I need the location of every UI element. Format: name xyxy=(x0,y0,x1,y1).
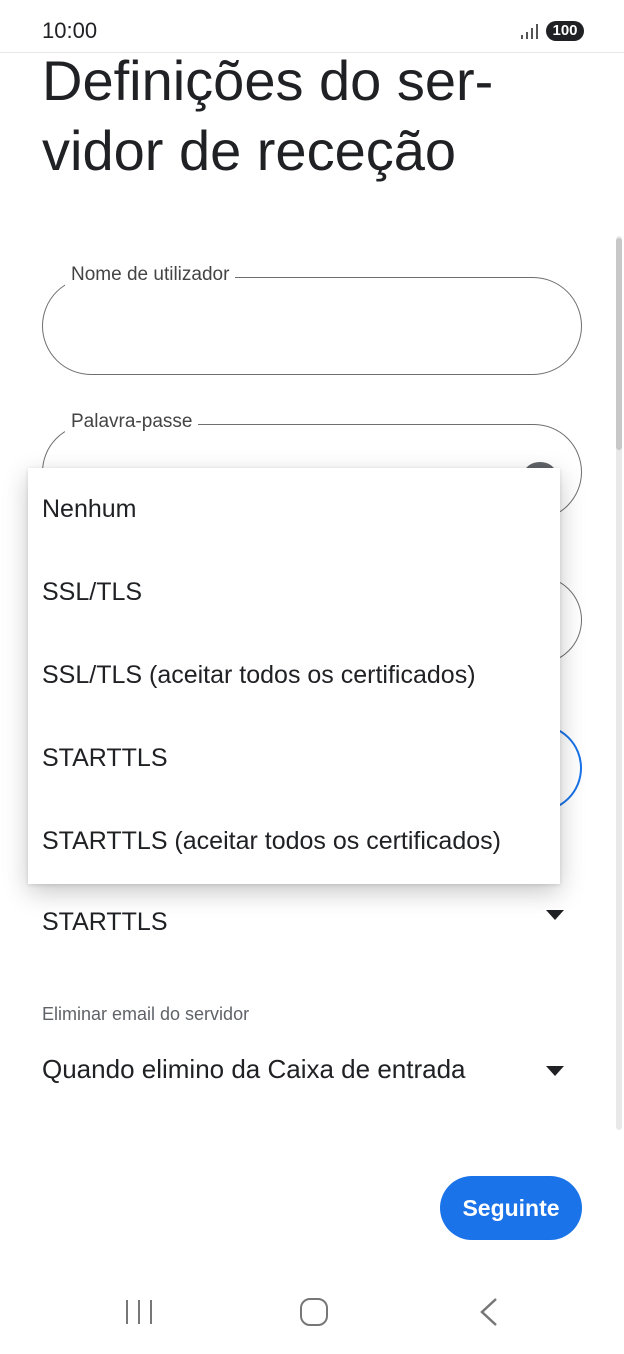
delete-email-select[interactable]: Quando elimino da Caixa de entrada xyxy=(42,1054,466,1085)
username-label: Nome de utilizador xyxy=(65,264,236,286)
home-icon[interactable] xyxy=(300,1298,328,1326)
chevron-down-icon[interactable] xyxy=(546,1066,564,1076)
status-bar: 10:00 100 xyxy=(0,0,624,53)
delete-email-label: Eliminar email do servidor xyxy=(42,1004,250,1024)
back-icon[interactable] xyxy=(476,1296,502,1328)
password-label: Palavra-passe xyxy=(65,411,199,433)
signal-bars-icon xyxy=(521,24,538,39)
menu-item-ssl-tls-accept-all[interactable]: SSL/TLS (aceitar todos os certificados) xyxy=(28,634,560,717)
security-options-menu: Nenhum SSL/TLS SSL/TLS (aceitar todos os… xyxy=(28,468,560,884)
security-type-select[interactable]: STARTTLS xyxy=(42,908,168,937)
page-title: Definições do ser-vidor de receção xyxy=(42,49,494,182)
next-button[interactable]: Seguinte xyxy=(440,1176,582,1240)
username-field[interactable]: Nome de utilizador xyxy=(42,264,582,375)
status-time: 10:00 xyxy=(42,18,98,43)
menu-item-none[interactable]: Nenhum xyxy=(28,468,560,551)
chevron-down-icon[interactable] xyxy=(546,910,564,920)
scrollbar-thumb[interactable] xyxy=(616,238,622,450)
menu-item-starttls-accept-all[interactable]: STARTTLS (aceitar todos os certificados) xyxy=(28,800,560,883)
recents-icon[interactable] xyxy=(126,1298,154,1326)
battery-indicator: 100 xyxy=(546,21,584,41)
menu-item-ssl-tls[interactable]: SSL/TLS xyxy=(28,551,560,634)
menu-item-starttls[interactable]: STARTTLS xyxy=(28,717,560,800)
